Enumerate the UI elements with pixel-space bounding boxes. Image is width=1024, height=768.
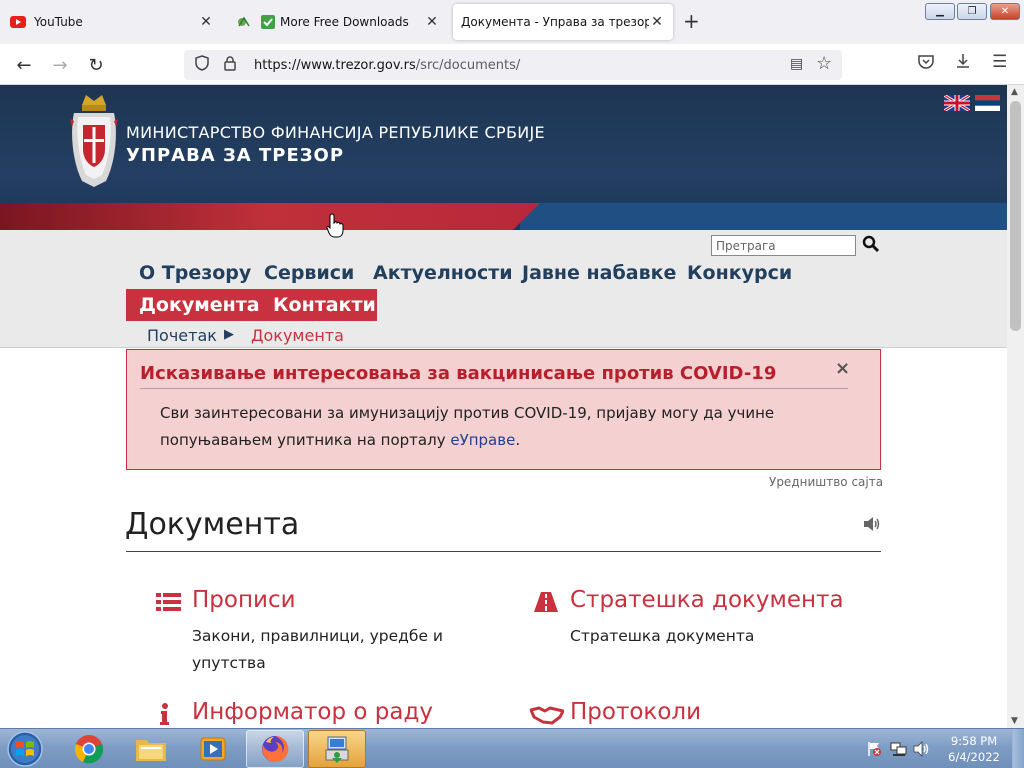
info-icon[interactable] [158, 703, 184, 725]
category-propisi-link[interactable]: Прописи [192, 587, 296, 613]
shield-icon[interactable] [192, 55, 212, 75]
clock-date[interactable]: 6/4/2022 [946, 750, 1002, 764]
menu-item-konkursi[interactable]: Конкурси [687, 262, 792, 284]
clock-time[interactable]: 9:58 PM [946, 734, 1002, 748]
serbia-coat-of-arms-logo[interactable] [68, 91, 120, 191]
main-navigation: О Трезору Сервиси Актуелности Јавне наба… [0, 230, 1007, 348]
road-icon[interactable] [533, 591, 559, 613]
page-title: Документа [125, 507, 300, 542]
menu-item-o-trezoru[interactable]: О Трезору [139, 262, 251, 284]
forward-arrow-icon[interactable]: → [48, 53, 72, 77]
hamburger-menu-icon[interactable]: ☰ [992, 52, 1007, 72]
download-icon[interactable] [955, 53, 971, 73]
banner-stripe [520, 203, 1007, 230]
tab-dokumenta[interactable]: Документа - Управа за трезор ✕ [453, 4, 673, 40]
file-explorer-taskbar-icon[interactable] [122, 730, 180, 768]
show-desktop-button[interactable] [1012, 729, 1024, 768]
scroll-down-arrow-icon[interactable]: ▼ [1011, 716, 1018, 726]
windows-taskbar: 9:58 PM 6/4/2022 [0, 728, 1024, 768]
close-tab-icon[interactable]: ✕ [424, 14, 440, 30]
category-informator-link[interactable]: Информатор о раду [192, 699, 433, 725]
search-icon[interactable] [862, 235, 880, 253]
serbian-flag-icon[interactable] [975, 95, 1000, 111]
menu-item-aktuelnosti[interactable]: Актуелности [373, 262, 513, 284]
new-tab-button[interactable]: + [683, 10, 700, 32]
close-tab-icon[interactable]: ✕ [198, 14, 214, 30]
web-page: МИНИСТАРСТВО ФИНАНСИЈА РЕПУБЛИКЕ СРБИЈЕ … [0, 85, 1007, 728]
covid-alert-box: Исказивање интересовања за вакцинисање п… [126, 349, 881, 470]
media-player-taskbar-icon[interactable] [184, 730, 242, 768]
browser-tab-bar: YouTube ✕ More Free Downloads ✕ Документ… [0, 0, 1024, 44]
minimize-button[interactable]: ▁ [925, 3, 955, 20]
menu-item-javne-nabavke[interactable]: Јавне набавке [522, 262, 676, 284]
menu-item-servisi[interactable]: Сервиси [264, 262, 354, 284]
back-arrow-icon[interactable]: ← [12, 53, 36, 77]
tab-youtube[interactable]: YouTube ✕ [2, 4, 222, 40]
site-header-banner: МИНИСТАРСТВО ФИНАНСИЈА РЕПУБЛИКЕ СРБИЈЕ … [0, 85, 1007, 230]
menu-item-kontakti[interactable]: Контакти [273, 294, 376, 316]
euprava-link[interactable]: еУправе [450, 431, 515, 449]
lock-icon[interactable] [220, 55, 240, 75]
speaker-icon[interactable] [862, 515, 882, 533]
english-flag-icon[interactable] [943, 93, 971, 113]
breadcrumb-home-link[interactable]: Почетак [147, 326, 217, 345]
hand-pointer-cursor [326, 213, 344, 239]
bookmark-star-icon[interactable]: ☆ [816, 53, 832, 74]
reload-icon[interactable]: ↻ [84, 53, 108, 77]
category-description: Закони, правилници, уредбе и упутства [192, 627, 443, 672]
ministry-name[interactable]: МИНИСТАРСТВО ФИНАНСИЈА РЕПУБЛИКЕ СРБИЈЕ [126, 123, 545, 142]
action-center-flag-icon[interactable] [866, 741, 882, 757]
category-strateska-link[interactable]: Стратешка документа [570, 587, 844, 613]
restore-button[interactable]: ❐ [957, 3, 987, 20]
scrollbar-thumb[interactable] [1010, 101, 1021, 331]
tab-title: YouTube [34, 15, 83, 29]
youtube-icon [10, 14, 26, 30]
download-site-icon [236, 14, 252, 30]
breadcrumb-separator-icon: ▶ [224, 327, 234, 342]
close-window-button[interactable]: ✕ [990, 3, 1020, 20]
category-description: Стратешка документа [570, 627, 755, 645]
menu-item-dokumenta[interactable]: Документа [139, 294, 260, 316]
pocket-icon[interactable] [918, 54, 934, 73]
start-button[interactable] [3, 730, 47, 768]
title-divider [126, 551, 881, 552]
address-bar[interactable]: https://www.trezor.gov.rs/src/documents/… [184, 50, 842, 80]
alert-divider [140, 388, 848, 389]
reader-view-icon[interactable]: ▤ [790, 56, 803, 72]
organization-name[interactable]: УПРАВА ЗА ТРЕЗОР [126, 145, 344, 166]
alert-title: Исказивање интересовања за вакцинисање п… [140, 363, 777, 384]
close-icon[interactable]: × [835, 358, 850, 379]
banner-red-stripe [0, 203, 540, 230]
url-text[interactable]: https://www.trezor.gov.rs/src/documents/ [254, 58, 520, 73]
breadcrumb-current: Документа [251, 326, 344, 345]
chrome-taskbar-icon[interactable] [60, 730, 118, 768]
vertical-scrollbar[interactable]: ▲ ▼ [1007, 85, 1024, 728]
handshake-icon[interactable] [529, 705, 565, 727]
network-icon[interactable] [890, 741, 908, 757]
close-tab-icon[interactable]: ✕ [649, 14, 665, 30]
scroll-up-arrow-icon[interactable]: ▲ [1011, 87, 1018, 97]
volume-icon[interactable] [913, 741, 931, 757]
site-search-input[interactable] [711, 235, 856, 256]
browser-nav-bar: ← → ↻ https://www.trezor.gov.rs/src/docu… [0, 44, 1024, 85]
editorial-link[interactable]: Уредништво сајта [769, 475, 883, 489]
tab-title: Документа - Управа за трезор [461, 15, 649, 29]
category-protokoli-link[interactable]: Протоколи [570, 699, 701, 725]
tab-more-free-downloads[interactable]: More Free Downloads ✕ [228, 4, 448, 40]
firefox-taskbar-icon[interactable] [246, 730, 304, 768]
alert-body: Сви заинтересовани за имунизацију против… [160, 404, 775, 449]
check-icon [260, 14, 276, 30]
tab-title: More Free Downloads [280, 15, 409, 29]
installer-taskbar-icon[interactable] [308, 730, 366, 768]
list-icon[interactable] [156, 591, 182, 613]
